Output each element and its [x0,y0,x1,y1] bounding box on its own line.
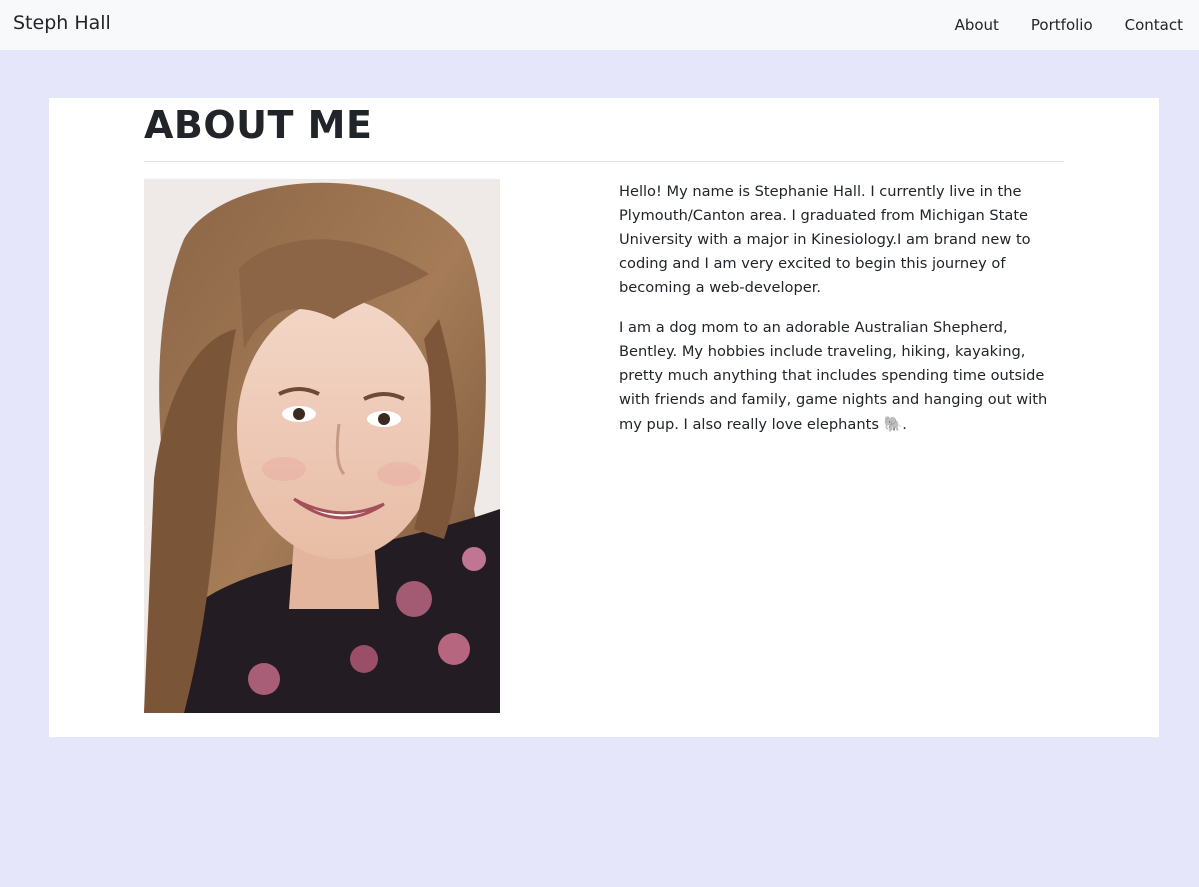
title-divider [144,161,1064,162]
profile-photo [144,179,500,713]
nav-link-portfolio[interactable]: Portfolio [1023,15,1101,35]
elephant-icon: 🐘 [883,415,903,433]
page-title: ABOUT ME [144,103,373,147]
nav-link-about[interactable]: About [947,15,1007,35]
profile-photo-illustration [144,179,500,713]
bio-paragraph-2: I am a dog mom to an adorable Australian… [619,316,1069,437]
nav-link-contact[interactable]: Contact [1117,15,1191,35]
bio-period: . [902,416,907,433]
bio-paragraph-2-text: I am a dog mom to an adorable Australian… [619,319,1048,433]
nav-links: About Portfolio Contact [947,0,1199,50]
navbar: Steph Hall About Portfolio Contact [0,0,1199,50]
bio-paragraph-1: Hello! My name is Stephanie Hall. I curr… [619,183,1031,296]
about-card: ABOUT ME Hello! My name is Stephanie Hal… [49,98,1159,737]
brand-link[interactable]: Steph Hall [13,11,111,35]
bio-text: Hello! My name is Stephanie Hall. I curr… [619,180,1069,453]
